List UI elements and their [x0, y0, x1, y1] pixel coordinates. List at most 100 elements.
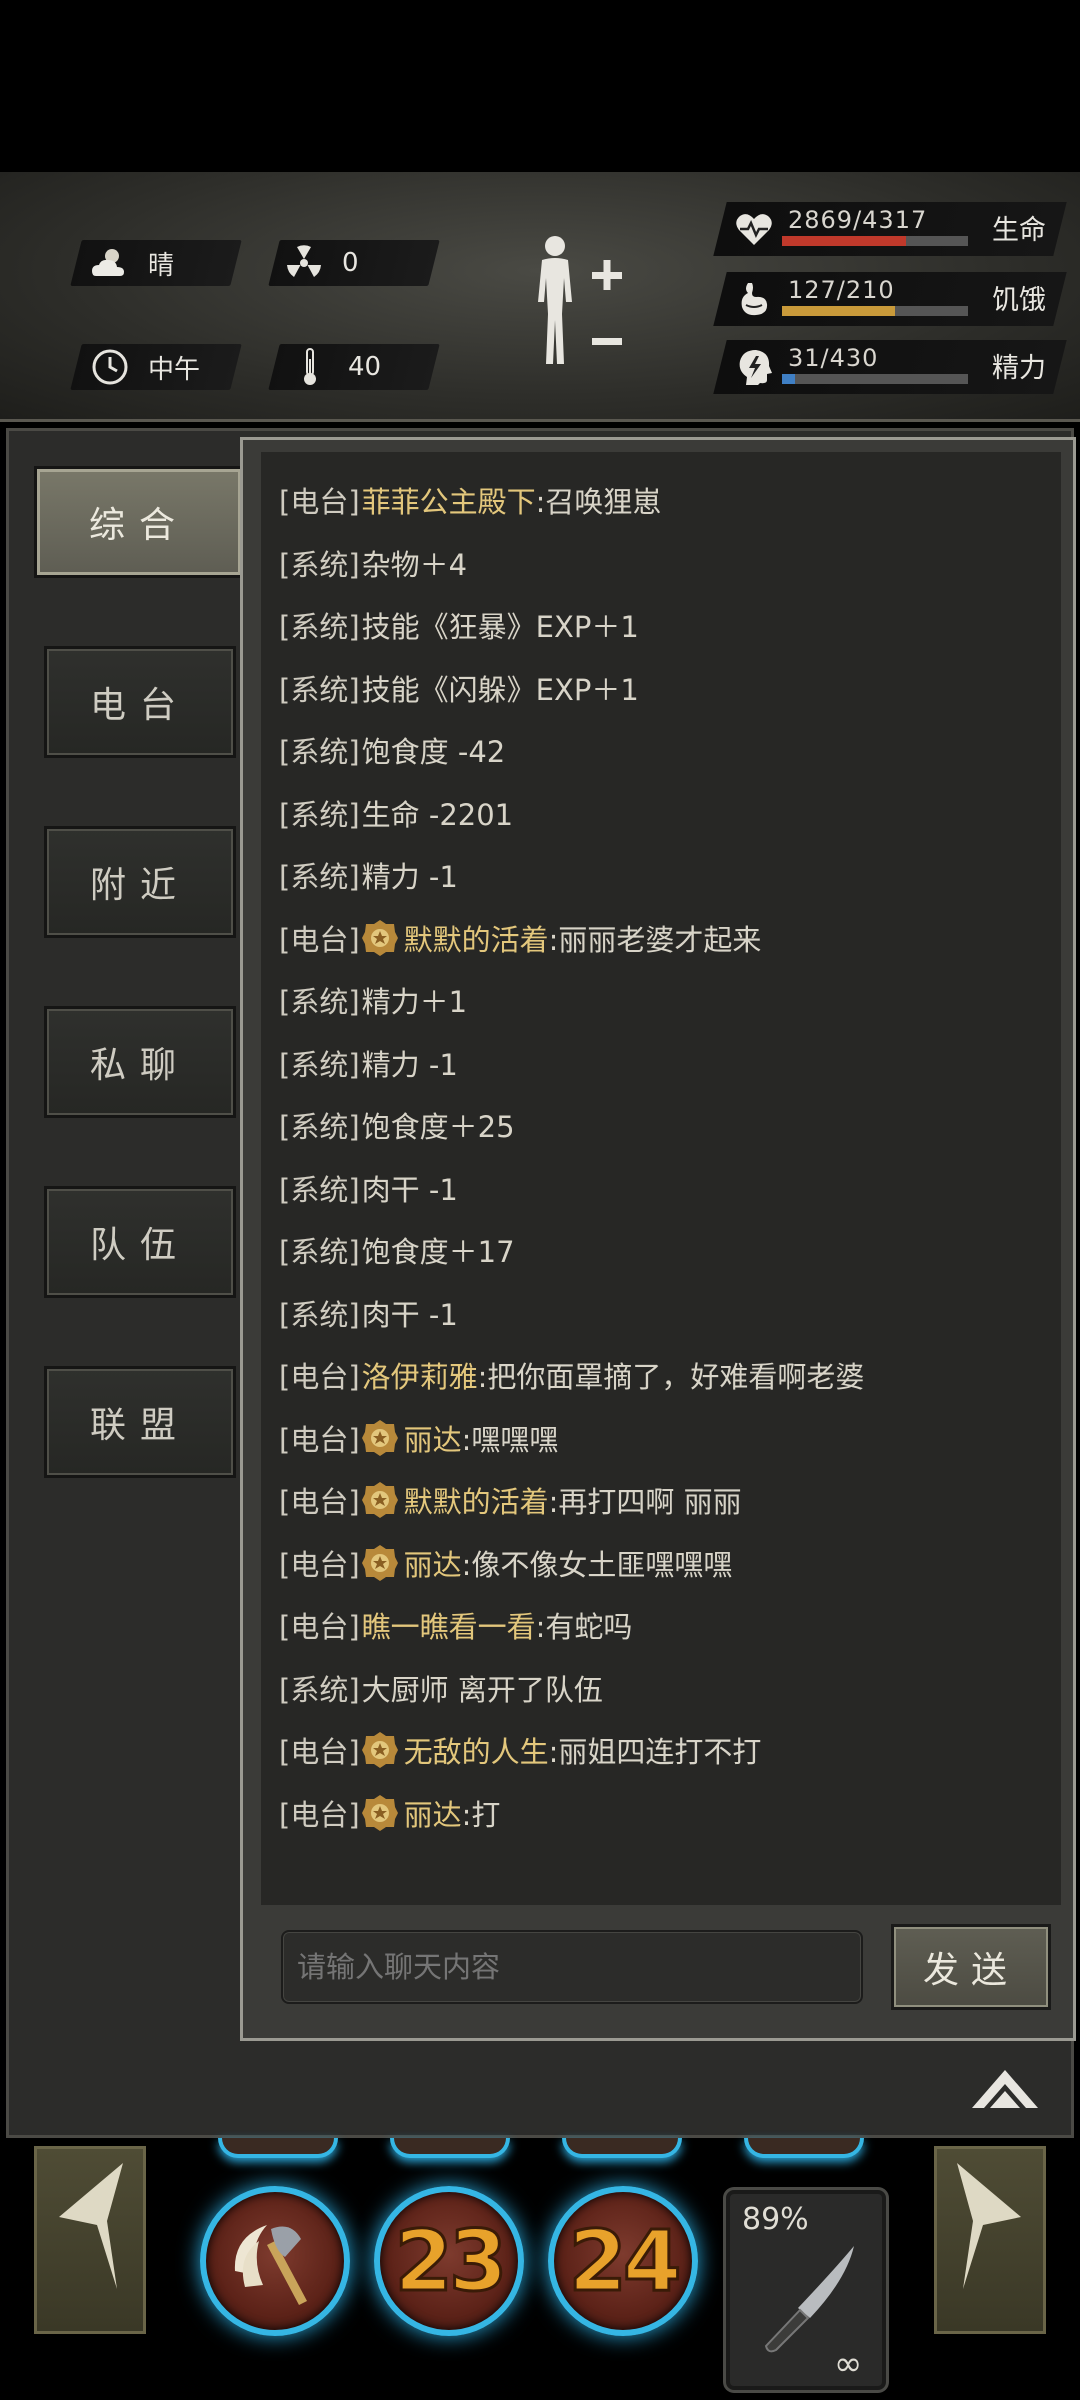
- chat-message-text: 精力 -1: [361, 1047, 458, 1082]
- chat-message-text: 技能《闪躲》EXP＋1: [361, 672, 639, 707]
- chat-message: [电台] 洛伊莉雅:把你面罩摘了，好难看啊老婆: [279, 1351, 864, 1399]
- chat-message: [系统] 杂物＋4: [279, 539, 467, 587]
- thermometer-icon: [290, 347, 330, 387]
- prev-skills-button[interactable]: [34, 2146, 146, 2334]
- chat-message-text: :嘿嘿嘿: [461, 1422, 559, 1457]
- chat-message: [电台] 默默的活着:再打四啊 丽丽: [279, 1476, 742, 1524]
- skill-3-cooldown: 24: [567, 2211, 683, 2312]
- chat-sender-name[interactable]: 默默的活着: [404, 1479, 549, 1521]
- chat-channel: [系统]: [279, 672, 360, 707]
- vip-badge-icon: [361, 1794, 398, 1831]
- vip-badge-icon: [361, 1544, 398, 1581]
- tab-alliance[interactable]: 联盟: [44, 1366, 236, 1478]
- tab-team[interactable]: 队伍: [44, 1186, 236, 1298]
- hunger-bar: [782, 306, 968, 316]
- weather-indicator: 晴: [90, 240, 174, 286]
- chat-channel: [电台]: [279, 1485, 360, 1519]
- collapse-button[interactable]: [968, 2064, 1042, 2112]
- chat-message: [系统] 技能《狂暴》EXP＋1: [279, 601, 639, 649]
- skill-orb-top: [390, 2138, 510, 2158]
- skill-slot-2[interactable]: 23: [374, 2186, 524, 2336]
- chat-message-text: 肉干 -1: [361, 1297, 458, 1332]
- chat-sender-name[interactable]: 丽达: [404, 1792, 462, 1834]
- chat-channel: [电台]: [279, 485, 360, 519]
- chat-channel: [电台]: [279, 1797, 360, 1832]
- chat-channel: [系统]: [279, 797, 360, 832]
- time-value: 中午: [148, 354, 201, 385]
- chat-message: [电台] 默默的活着:丽丽老婆才起来: [279, 914, 761, 962]
- knife-icon: [764, 2246, 854, 2353]
- energy-bar: [782, 374, 968, 384]
- chat-sender-name[interactable]: 丽达: [404, 1417, 462, 1459]
- chat-sender-name[interactable]: 默默的活着: [404, 917, 549, 959]
- clock-icon: [90, 347, 130, 387]
- chat-message-text: :打: [461, 1797, 501, 1832]
- energy-stat: 31/430 精力: [713, 340, 1067, 394]
- chat-message-text: :再打四啊 丽丽: [548, 1485, 742, 1519]
- chat-channel: [系统]: [279, 547, 360, 582]
- energy-label: 精力: [992, 353, 1046, 384]
- chat-sender-name[interactable]: 菲菲公主殿下: [362, 479, 536, 521]
- skill-orb-top: [562, 2138, 682, 2158]
- chat-message: [系统] 肉干 -1: [279, 1289, 458, 1337]
- chat-window: [电台] 菲菲公主殿下:召唤狸崽 [系统] 杂物＋4 [系统] 技能《狂暴》EXP＋1 [系…: [240, 437, 1076, 2041]
- chat-channel: [电台]: [279, 1547, 360, 1582]
- chat-sender-name[interactable]: 洛伊莉雅: [362, 1354, 478, 1396]
- chat-message: [电台] 丽达:打: [279, 1789, 500, 1837]
- chat-message: [系统] 肉干 -1: [279, 1164, 458, 1212]
- tab-general[interactable]: 综合: [34, 466, 244, 578]
- vip-badge-icon: [361, 1482, 398, 1518]
- temperature-indicator: 40: [290, 344, 381, 390]
- chat-message: [系统] 饱食度＋25: [279, 1101, 515, 1149]
- chat-channel: [系统]: [279, 1047, 360, 1082]
- chat-channel: [系统]: [279, 1297, 360, 1332]
- chat-message-text: 精力 -1: [361, 860, 458, 894]
- human-figure-icon: [538, 236, 622, 364]
- chat-input[interactable]: [281, 1930, 863, 2004]
- chat-message-text: 饱食度＋25: [361, 1110, 515, 1144]
- temperature-value: 40: [348, 352, 382, 382]
- vip-badge-icon: [361, 1732, 398, 1768]
- chat-sender-name[interactable]: 瞧一瞧看一看: [362, 1604, 536, 1646]
- chevron-up-icon: [972, 2070, 1038, 2108]
- chat-message-text: 饱食度＋17: [361, 1235, 515, 1269]
- chat-message: [系统] 技能《闪躲》EXP＋1: [279, 664, 639, 712]
- chat-message-text: 杂物＋4: [361, 547, 468, 582]
- skill-orb-top: [744, 2138, 864, 2158]
- hunger-label: 饥饿: [992, 285, 1046, 316]
- skill-orb-top: [218, 2138, 338, 2158]
- chat-message: [系统] 精力 -1: [279, 1039, 458, 1087]
- next-skills-button[interactable]: [934, 2146, 1046, 2334]
- energy-value: 31/430: [788, 344, 879, 372]
- chat-message: [系统] 饱食度＋17: [279, 1226, 515, 1274]
- vip-badge-icon: [361, 919, 398, 956]
- weapon-ammo: ∞: [834, 2344, 863, 2384]
- chat-channel: [系统]: [279, 1172, 360, 1207]
- chat-message-text: 肉干 -1: [361, 1172, 458, 1207]
- stomach-icon: [741, 283, 768, 316]
- skill-bar: 23 24 89% ∞: [0, 2138, 1080, 2400]
- skill-slot-3[interactable]: 24: [548, 2186, 698, 2336]
- chat-message-text: :把你面罩摘了，好难看啊老婆: [477, 1360, 865, 1394]
- tab-radio[interactable]: 电台: [44, 646, 236, 758]
- body-status-button[interactable]: [520, 232, 640, 372]
- radiation-indicator: 0: [284, 240, 359, 286]
- chat-channel: [系统]: [279, 860, 360, 894]
- skill-2-cooldown: 23: [393, 2211, 509, 2312]
- tab-nearby[interactable]: 附近: [44, 826, 236, 938]
- chat-message: [电台] 无敌的人生:丽姐四连打不打: [279, 1726, 761, 1774]
- health-stat: 2869/4317 生命: [713, 202, 1067, 256]
- chat-sender-name[interactable]: 无敌的人生: [404, 1729, 549, 1771]
- chat-sender-name[interactable]: 丽达: [404, 1542, 462, 1584]
- skill-axe-button[interactable]: [200, 2186, 350, 2336]
- chat-message-text: :丽丽老婆才起来: [548, 922, 762, 957]
- send-button[interactable]: 发送: [891, 1924, 1051, 2010]
- chat-log[interactable]: [电台] 菲菲公主殿下:召唤狸崽 [系统] 杂物＋4 [系统] 技能《狂暴》EXP＋1 [系…: [261, 452, 1061, 1905]
- weapon-durability: 89%: [742, 2202, 809, 2237]
- tab-private[interactable]: 私聊: [44, 1006, 236, 1118]
- time-indicator: 中午: [90, 344, 200, 390]
- health-bar: [782, 236, 968, 246]
- chat-channel: [电台]: [279, 1610, 360, 1644]
- chat-message: [系统] 精力 -1: [279, 851, 458, 899]
- weapon-slot[interactable]: 89% ∞: [726, 2190, 886, 2390]
